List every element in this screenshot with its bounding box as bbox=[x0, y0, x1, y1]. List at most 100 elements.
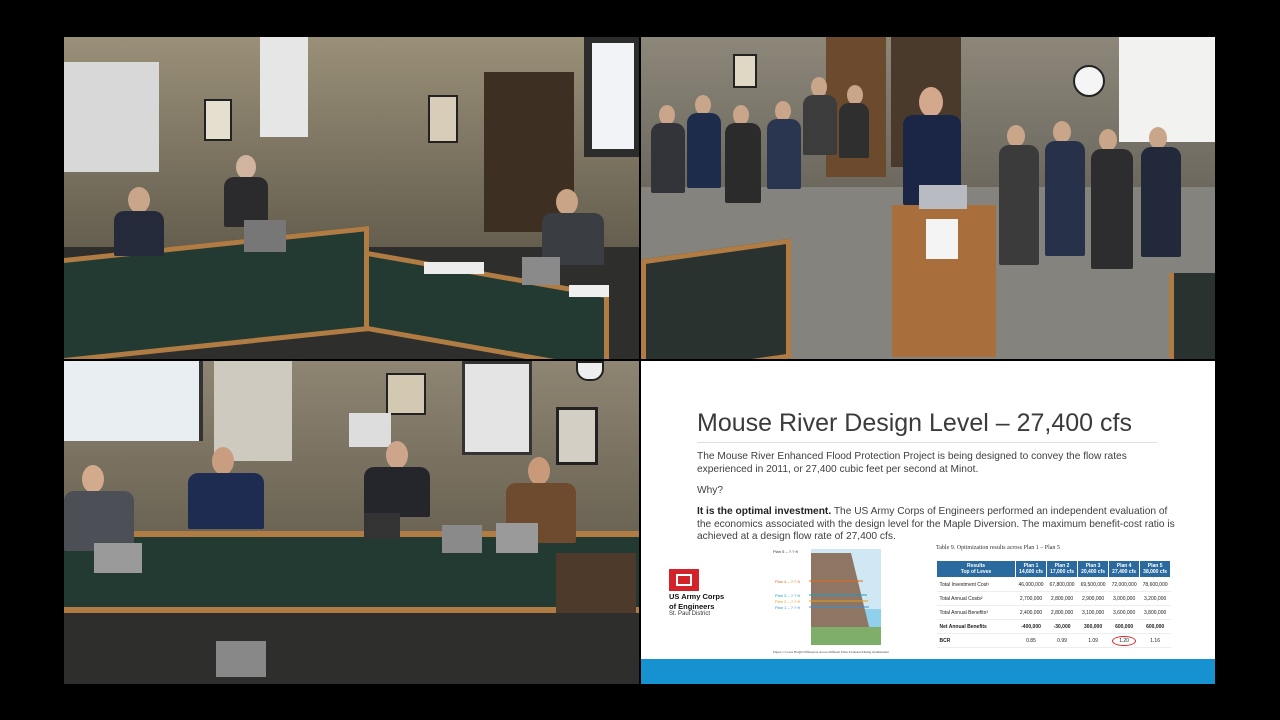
wall-portrait bbox=[204, 99, 232, 141]
window bbox=[64, 62, 159, 172]
laptop bbox=[244, 220, 286, 252]
laptop bbox=[442, 525, 482, 553]
table-row: Total Annual Costs² 2,700,000 2,800,000 … bbox=[936, 591, 1171, 606]
podium-placard bbox=[926, 219, 958, 259]
table-cell: 600,000 bbox=[1108, 619, 1140, 634]
wall-monitor bbox=[64, 361, 203, 441]
slide-paragraph: The Mouse River Enhanced Flood Protectio… bbox=[697, 451, 1127, 475]
clock-icon bbox=[576, 361, 604, 381]
table-cell: 2,800,000 bbox=[1046, 591, 1078, 606]
figure-caption: Figure 1: Levee Height Differences Acros… bbox=[773, 650, 889, 654]
wall-portrait bbox=[428, 95, 458, 143]
laptop bbox=[919, 185, 967, 209]
diagram-label: Plan 5 – ?.? ft bbox=[773, 549, 799, 554]
desk bbox=[641, 238, 791, 359]
table-cell: 2,800,000 bbox=[1046, 605, 1078, 620]
table-header: Plan 3 20,400 cfs bbox=[1077, 560, 1110, 578]
table-cell: 3,000,000 bbox=[1108, 591, 1140, 606]
diagram-label: Plan 3 – ?.? ft bbox=[775, 593, 801, 598]
wall-portrait bbox=[556, 407, 598, 465]
slide-footer-bar bbox=[641, 659, 1215, 684]
table-cell: 3,800,000 bbox=[1139, 605, 1171, 620]
levee-diagram-svg: Plan 5 – ?.? ft Plan 4 – ?.? ft Plan 3 –… bbox=[773, 549, 889, 654]
usace-logo: US Army Corps of Engineers St. Paul Dist… bbox=[669, 569, 724, 617]
window bbox=[214, 361, 292, 461]
table-cell: 600,000 bbox=[1139, 619, 1171, 634]
bulletin-board bbox=[386, 373, 426, 415]
table-cell: 2,700,000 bbox=[1015, 591, 1047, 606]
papers bbox=[424, 262, 484, 274]
optimization-table: Results Top of Levee Plan 1 14,600 cfs P… bbox=[936, 560, 1172, 648]
diagram-label: Plan 1 – ?.? ft bbox=[775, 605, 801, 610]
table-cell: 2,400,000 bbox=[1015, 605, 1047, 620]
table-header: Plan 1 14,600 cfs bbox=[1014, 560, 1048, 578]
slide-question: Why? bbox=[697, 485, 724, 496]
camera-feed-committee-left bbox=[64, 37, 639, 359]
table-cell: 2,900,000 bbox=[1077, 591, 1109, 606]
table-cell: Total Annual Benefits³ bbox=[936, 605, 1016, 620]
title-divider bbox=[697, 442, 1157, 443]
table-cell: Total Investment Cost¹ bbox=[936, 577, 1016, 592]
bold-lead: It is the optimal investment. bbox=[697, 506, 832, 517]
table-cell: 1.09 bbox=[1077, 633, 1109, 648]
table-row: BCR 0.85 0.99 1.09 1.20 1.16 bbox=[936, 633, 1171, 648]
clock-icon bbox=[1073, 65, 1105, 97]
laptop bbox=[364, 513, 400, 539]
highlight-circle: 1.20 bbox=[1112, 635, 1136, 646]
table-header: Plan 5 38,000 cfs bbox=[1139, 560, 1172, 578]
presentation-slide: Mouse River Design Level – 27,400 cfs Th… bbox=[641, 361, 1215, 684]
window bbox=[462, 361, 532, 455]
printer bbox=[349, 413, 391, 447]
table-header: Results Top of Levee bbox=[936, 560, 1016, 578]
table-cell: 78,600,000 bbox=[1139, 577, 1171, 592]
wall-portrait bbox=[733, 54, 757, 88]
levee-diagram: Plan 5 – ?.? ft Plan 4 – ?.? ft Plan 3 –… bbox=[773, 547, 953, 657]
table-cell: 69,500,000 bbox=[1077, 577, 1109, 592]
logo-line-1: US Army Corps bbox=[669, 592, 725, 601]
diagram-label: Plan 2 – ?.? ft bbox=[775, 599, 801, 604]
camera-feed-podium bbox=[641, 37, 1215, 359]
table-cell: Total Annual Costs² bbox=[936, 591, 1016, 606]
laptop bbox=[522, 257, 560, 285]
diagram-label: Plan 4 – ?.? ft bbox=[775, 579, 801, 584]
table-cell: BCR bbox=[936, 633, 1016, 648]
whiteboard bbox=[1119, 37, 1215, 142]
slide-title: Mouse River Design Level – 27,400 cfs bbox=[697, 409, 1132, 437]
table-cell: 0.99 bbox=[1046, 633, 1078, 648]
desk bbox=[1169, 273, 1215, 359]
papers bbox=[569, 285, 609, 297]
castle-icon bbox=[669, 569, 699, 591]
table-cell: 67,800,000 bbox=[1046, 577, 1078, 592]
table-cell: -30,000 bbox=[1046, 619, 1078, 634]
table-caption: Table 9. Optimization results across Pla… bbox=[936, 545, 1060, 551]
table-cell: 3,200,000 bbox=[1139, 591, 1171, 606]
wall-monitor-screen bbox=[592, 43, 634, 149]
logo-line-2: of Engineers bbox=[669, 602, 715, 611]
ground bbox=[811, 627, 881, 645]
table-header: Plan 4 27,400 cfs bbox=[1108, 560, 1141, 578]
table-row: Total Investment Cost¹ 46,000,000 67,800… bbox=[936, 577, 1171, 592]
table-header: Plan 2 17,000 cfs bbox=[1046, 560, 1079, 578]
slide-paragraph: It is the optimal investment. The US Arm… bbox=[697, 506, 1177, 544]
table-row: Total Annual Benefits³ 2,400,000 2,800,0… bbox=[936, 605, 1171, 620]
table-cell: 0.85 bbox=[1015, 633, 1047, 648]
laptop bbox=[216, 641, 266, 677]
camera-feed-committee-right bbox=[64, 361, 639, 684]
window bbox=[260, 37, 308, 137]
table-cell: 3,600,000 bbox=[1108, 605, 1140, 620]
table-row: Net Annual Benefits -400,000 -30,000 300… bbox=[936, 619, 1171, 634]
table-cell: 300,000 bbox=[1077, 619, 1109, 634]
table-cell: Net Annual Benefits bbox=[936, 619, 1016, 634]
table-cell: 72,000,000 bbox=[1108, 577, 1140, 592]
laptop bbox=[94, 543, 142, 573]
binders bbox=[556, 553, 636, 613]
logo-line-3: St. Paul District bbox=[669, 611, 711, 617]
desk bbox=[64, 531, 639, 613]
table-cell: -400,000 bbox=[1015, 619, 1047, 634]
table-cell: 46,000,000 bbox=[1015, 577, 1047, 592]
table-header-row: Results Top of Levee Plan 1 14,600 cfs P… bbox=[936, 560, 1172, 578]
table-cell: 3,100,000 bbox=[1077, 605, 1109, 620]
table-cell-highlighted: 1.20 bbox=[1108, 633, 1140, 648]
table-cell: 1.16 bbox=[1139, 633, 1171, 648]
laptop bbox=[496, 523, 538, 553]
